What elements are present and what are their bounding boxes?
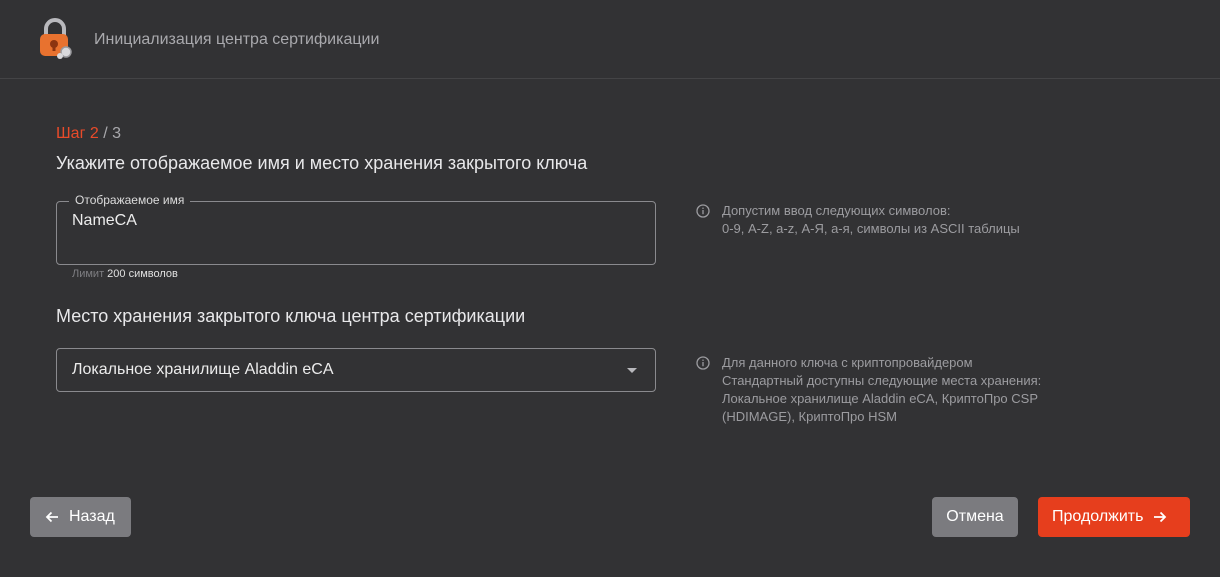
info-icon [696,356,710,370]
arrow-left-icon [44,509,60,525]
cancel-button-label: Отмена [946,508,1004,525]
arrow-right-icon [1152,509,1168,525]
display-name-hint-text: Допустим ввод следующих символов: 0-9, A… [722,203,1020,236]
limit-label: Лимит [72,268,105,280]
storage-heading: Место хранения закрытого ключа центра се… [56,306,526,326]
step-current: Шаг 2 [56,125,99,142]
storage-hint: Для данного ключа с криптопровайдером Ст… [696,354,1041,426]
info-icon [696,204,710,218]
limit-value: 200 символов [107,268,178,280]
step-indicator: Шаг 2 / 3 [56,125,121,143]
continue-button-label: Продолжить [1052,508,1144,525]
step-total: / 3 [98,125,121,142]
display-name-label: Отображаемое имя [69,193,191,207]
caret-down-icon[interactable] [627,368,637,373]
display-name-input[interactable]: NameCA [72,212,137,230]
continue-button[interactable]: Продолжить [1038,497,1190,537]
app-header: Инициализация центра сертификации [0,0,1220,79]
back-button[interactable]: Назад [30,497,131,537]
back-button-label: Назад [69,508,115,525]
storage-select[interactable]: Локальное хранилище Aladdin eCA [56,348,656,392]
display-name-limit: Лимит 200 символов [72,268,178,280]
cancel-button[interactable]: Отмена [932,497,1018,537]
page-heading: Укажите отображаемое имя и место хранени… [56,153,588,173]
storage-selected-value: Локальное хранилище Aladdin eCA [72,361,334,378]
display-name-hint: Допустим ввод следующих символов: 0-9, A… [696,202,1020,238]
lock-shield-logo-icon [36,18,74,60]
app-title: Инициализация центра сертификации [94,31,380,48]
storage-hint-text: Для данного ключа с криптопровайдером Ст… [722,355,1042,424]
display-name-field[interactable]: Отображаемое имя NameCA [56,193,656,265]
